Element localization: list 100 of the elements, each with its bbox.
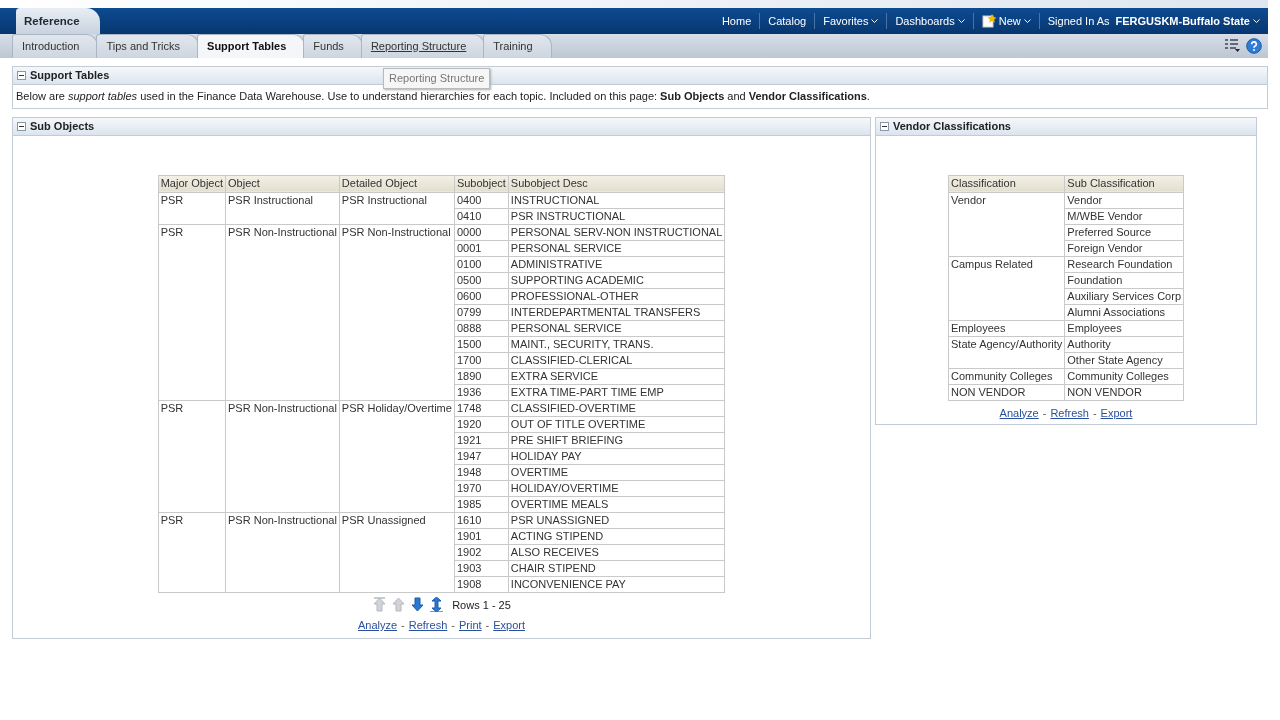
table-cell: Employees	[948, 320, 1065, 336]
table-cell: ALSO RECEIVES	[508, 544, 725, 560]
table-cell: 0600	[454, 288, 509, 304]
table-cell: CHAIR STIPEND	[508, 560, 725, 576]
table-cell: 1948	[454, 464, 509, 480]
nav-link[interactable]: Catalog	[760, 12, 816, 30]
table-cell: INCONVENIENCE PAY	[508, 576, 725, 592]
table-cell: NON VENDOR	[1064, 384, 1184, 400]
user-menu[interactable]: FERGUSKM-Buffalo State	[1115, 12, 1260, 30]
tab[interactable]: Training	[483, 33, 552, 58]
collapse-icon[interactable]	[880, 121, 889, 131]
nav-menu[interactable]: Dashboards	[887, 12, 974, 30]
collapse-icon[interactable]	[17, 71, 26, 80]
table-cell: ADMINISTRATIVE	[508, 256, 725, 272]
column-header[interactable]: Classification	[948, 175, 1065, 192]
panel-title: Sub Objects	[30, 118, 95, 134]
column-header[interactable]: Subobject Desc	[508, 175, 725, 192]
table-cell: Other State Agency	[1064, 352, 1184, 368]
table-cell: Community Colleges	[948, 368, 1065, 384]
table-cell: PSR	[158, 400, 226, 512]
table-cell: 1700	[454, 352, 509, 368]
separator-dash: -	[485, 618, 490, 633]
table-cell: 1748	[454, 400, 509, 416]
page-title: Reference	[16, 7, 100, 34]
panel-title: Vendor Classifications	[893, 118, 1011, 134]
table-cell: PERSONAL SERVICE	[508, 240, 725, 256]
nav-link[interactable]: Home	[713, 12, 761, 30]
separator-dash: -	[1092, 405, 1097, 421]
all-rows-icon[interactable]	[429, 597, 445, 613]
table-cell: 0100	[454, 256, 509, 272]
table-cell: Vendor	[1064, 192, 1184, 208]
table-cell: Preferred Source	[1064, 224, 1184, 240]
table-cell: Authority	[1064, 336, 1184, 352]
caret-icon	[871, 18, 879, 24]
table-cell: 0500	[454, 272, 509, 288]
list-options-icon[interactable]	[1224, 38, 1240, 52]
table-cell: 0888	[454, 320, 509, 336]
table-cell: INSTRUCTIONAL	[508, 192, 725, 208]
table-cell: 1902	[454, 544, 509, 560]
tab[interactable]: Tips and Tricks	[96, 33, 200, 58]
table-cell: State Agency/Authority	[948, 336, 1065, 368]
column-header[interactable]: Object	[225, 175, 340, 192]
table-cell: M/WBE Vendor	[1064, 208, 1184, 224]
tab[interactable]: Introduction	[12, 33, 99, 58]
table-cell: Alumni Associations	[1064, 304, 1184, 320]
separator-dash: -	[1042, 405, 1047, 421]
column-header[interactable]: Sub Classification	[1064, 175, 1184, 192]
table-cell: EXTRA TIME-PART TIME EMP	[508, 384, 725, 400]
table-cell: Community Colleges	[1064, 368, 1184, 384]
table-cell: PROFESSIONAL-OTHER	[508, 288, 725, 304]
table-cell: EXTRA SERVICE	[508, 368, 725, 384]
link[interactable]: Refresh	[408, 617, 448, 634]
table-cell: 1610	[454, 512, 509, 528]
table-cell: HOLIDAY/OVERTIME	[508, 480, 725, 496]
link[interactable]: Print	[458, 617, 482, 634]
collapse-icon[interactable]	[17, 121, 26, 131]
link[interactable]: Analyze	[357, 617, 398, 634]
link[interactable]: Refresh	[1050, 404, 1089, 421]
table-cell: INTERDEPARTMENTAL TRANSFERS	[508, 304, 725, 320]
table-cell: PSR Non-Instructional	[225, 400, 340, 512]
table-cell: Employees	[1064, 320, 1184, 336]
table-cell: PSR	[158, 512, 226, 592]
link[interactable]: Export	[493, 617, 526, 634]
table-cell: OUT OF TITLE OVERTIME	[508, 416, 725, 432]
table-cell: ACTING STIPEND	[508, 528, 725, 544]
tab[interactable]: Support Tables	[197, 33, 306, 58]
table-cell: Vendor	[948, 192, 1065, 256]
table-cell: 0001	[454, 240, 509, 256]
table-cell: 0799	[454, 304, 509, 320]
table-cell: 0410	[454, 208, 509, 224]
table-cell: PSR	[158, 224, 226, 400]
table-cell: PSR Instructional	[339, 192, 455, 224]
table-cell: CLASSIFIED-CLERICAL	[508, 352, 725, 368]
help-icon[interactable]	[1246, 38, 1262, 54]
nav-menu[interactable]: Favorites	[815, 12, 888, 30]
column-header[interactable]: Major Object	[158, 175, 226, 192]
link[interactable]: Analyze	[999, 404, 1039, 421]
separator-dash: -	[401, 618, 405, 633]
table-cell: PSR Non-Instructional	[339, 224, 455, 400]
table-cell: 0400	[454, 192, 509, 208]
caret-icon	[957, 18, 965, 24]
table-cell: 1908	[454, 576, 509, 592]
tooltip: Reporting Structure	[383, 68, 491, 89]
table-cell: 1890	[454, 368, 509, 384]
table-cell: NON VENDOR	[948, 384, 1065, 400]
table-cell: 1936	[454, 384, 509, 400]
separator-dash: -	[451, 618, 455, 633]
table-cell: OVERTIME	[508, 464, 725, 480]
column-header[interactable]: Detailed Object	[339, 175, 455, 192]
link[interactable]: Export	[1100, 404, 1133, 421]
table-cell: 0000	[454, 224, 509, 240]
table-cell: PERSONAL SERVICE	[508, 320, 725, 336]
table-cell: OVERTIME MEALS	[508, 496, 725, 512]
caret-icon	[1023, 18, 1031, 24]
table-cell: PSR UNASSIGNED	[508, 512, 725, 528]
description-text: Below are support tables used in the Finance Data Warehouse. Use to understand hierarchies for each topic. Included on this page: Sub Objects and Vendor Classifications.	[16, 90, 870, 102]
column-header[interactable]: Subobject	[454, 175, 509, 192]
table-cell: 1500	[454, 336, 509, 352]
next-page-icon[interactable]	[410, 597, 426, 613]
nav-menu[interactable]: New	[973, 12, 1040, 30]
